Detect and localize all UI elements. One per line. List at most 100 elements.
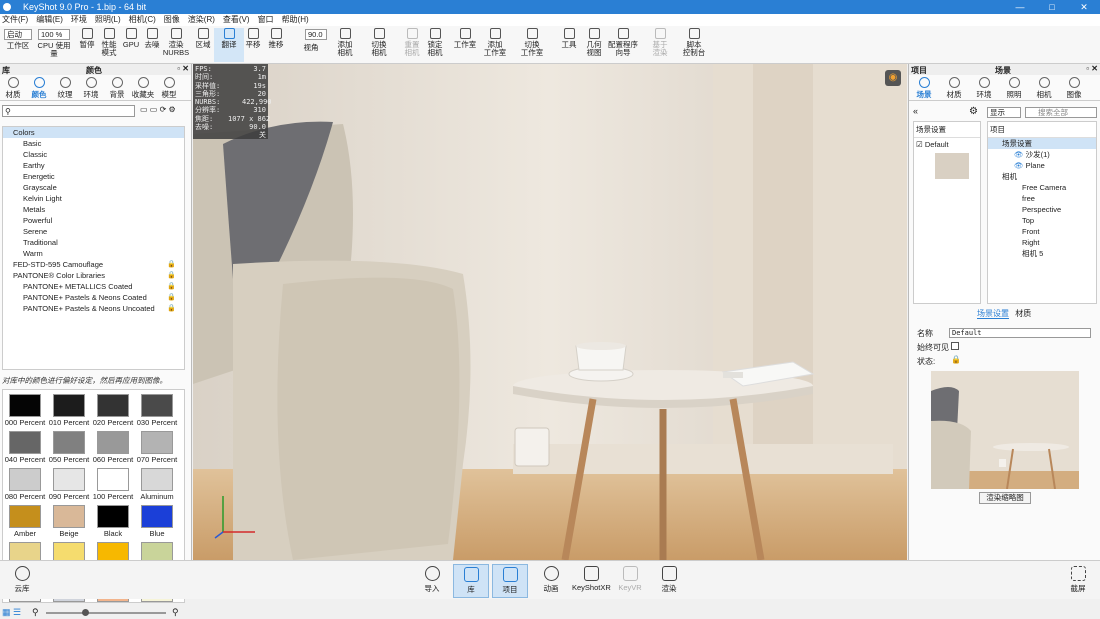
tree-item-pantone-libraries[interactable]: PANTONE® Color Libraries 🔒 [3,270,184,281]
library-button[interactable]: 库 [453,564,489,598]
render-thumbnail-button[interactable]: 渲染缩略图 [979,492,1031,504]
minimize-button[interactable]: — [1004,0,1036,14]
tree-item-plane[interactable]: 👁 Plane [988,160,1096,171]
geometry-view-button[interactable]: 几何 视图 [579,28,609,57]
zoom-in-icon[interactable]: ⚲ [172,607,179,618]
switch-camera-button[interactable]: 切换 相机 [364,28,394,57]
panel-close-icon[interactable]: ▫ ✕ [1086,64,1098,73]
tree-item-metals[interactable]: Metals [3,204,184,215]
workspace-select[interactable]: 启动 [4,29,32,40]
color-swatch[interactable]: 100 Percent [91,464,135,501]
tree-item-pantone-pastels-coated[interactable]: PANTONE+ Pastels & Neons Coated 🔒 [3,292,184,303]
color-swatch[interactable]: 000 Percent [3,390,47,427]
gear-icon[interactable]: ⚙ [969,106,978,117]
menu-file[interactable]: 文件(F) [2,14,28,26]
tree-item-basic[interactable]: Basic [3,138,184,149]
library-search-input[interactable]: ⚲ [2,105,135,117]
tab-image[interactable]: 图像 [1059,75,1089,100]
tab-materials[interactable]: 材质 [0,75,26,100]
panel-close-icon[interactable]: ▫ ✕ [177,64,189,73]
tree-item-pantone-pastels-uncoated[interactable]: PANTONE+ Pastels & Neons Uncoated 🔒 [3,303,184,314]
keyshot-logo-icon[interactable]: ◉ [885,70,901,86]
menu-help[interactable]: 帮助(H) [282,14,309,26]
tree-item-scene-settings[interactable]: 场景设置 [988,138,1096,149]
name-field[interactable]: Default [949,328,1091,338]
switch-studio-button[interactable]: 切换 工作室 [517,28,547,57]
tree-item-fed-std[interactable]: FED-STD-595 Camouflage 🔒 [3,259,184,270]
tree-item-grayscale[interactable]: Grayscale [3,182,184,193]
cpu-usage-button[interactable]: CPU 使用量 [36,42,72,58]
tree-item-front[interactable]: Front [988,226,1096,237]
tree-item-serene[interactable]: Serene [3,226,184,237]
render-viewport[interactable]: FPS: 时间: 采样值: 三角形: NURBS: 分辨率: 焦距: 去噪: 3… [193,64,907,560]
tree-item-right[interactable]: Right [988,237,1096,248]
color-swatch[interactable]: 020 Percent [91,390,135,427]
tree-item-warm[interactable]: Warm [3,248,184,259]
tree-item-colors[interactable]: Colors [3,127,184,138]
script-console-button[interactable]: 脚本 控制台 [678,28,710,57]
color-swatch[interactable]: 030 Percent [135,390,179,427]
tree-item-traditional[interactable]: Traditional [3,237,184,248]
menu-environment[interactable]: 环境 [71,14,87,26]
color-swatch[interactable]: 060 Percent [91,427,135,464]
tree-item-free-camera[interactable]: Free Camera [988,182,1096,193]
slider-handle[interactable] [82,609,89,616]
color-swatch[interactable]: 070 Percent [135,427,179,464]
subtab-material[interactable]: 材质 [1015,309,1031,318]
cloud-library-button[interactable]: 云库 [4,564,40,598]
tree-item-cameras[interactable]: 相机 [988,171,1096,182]
tree-item-perspective[interactable]: Perspective [988,204,1096,215]
color-swatch[interactable]: 050 Percent [47,427,91,464]
tab-environment[interactable]: 环境 [969,75,999,100]
screenshot-button[interactable]: 截屏 [1060,564,1096,598]
menu-image[interactable]: 图像 [164,14,180,26]
dolly-button[interactable]: 推移 [261,28,291,49]
menu-lighting[interactable]: 照明(L) [95,14,121,26]
project-button[interactable]: 项目 [492,564,528,598]
based-render-button[interactable]: 基于 渲染 [645,28,675,57]
always-visible-checkbox[interactable] [951,342,959,350]
keyshotxr-button[interactable]: KeyShotXR [572,564,611,598]
configurator-wizard-button[interactable]: 配置程序 向导 [606,28,640,57]
eye-icon[interactable]: 👁 [1014,161,1024,170]
subtab-scene-settings[interactable]: 场景设置 [977,309,1009,319]
tree-item-kelvin-light[interactable]: Kelvin Light [3,193,184,204]
menu-render[interactable]: 渲染(R) [188,14,215,26]
color-swatch[interactable]: 010 Percent [47,390,91,427]
eye-icon[interactable]: 👁 [1014,150,1024,159]
display-select[interactable]: 显示 [987,107,1021,118]
tree-item-camera-5[interactable]: 相机 5 [988,248,1096,259]
tree-item-pantone-metallics[interactable]: PANTONE+ METALLICS Coated 🔒 [3,281,184,292]
render-button[interactable]: 渲染 [651,564,687,598]
studio-button[interactable]: 工作室 [450,28,480,49]
menu-window[interactable]: 窗口 [258,14,274,26]
menu-view[interactable]: 查看(V) [223,14,250,26]
thumbnail-size-slider[interactable] [46,612,166,614]
menu-edit[interactable]: 编辑(E) [36,14,63,26]
tab-colors[interactable]: 颜色 [26,75,52,100]
zoom-out-icon[interactable]: ⚲ [32,607,39,618]
import-button[interactable]: 导入 [414,564,450,598]
checkbox-icon[interactable]: ☑ [916,140,923,149]
grid-view-icon[interactable]: ▦ ☰ [2,607,21,618]
tree-item-classic[interactable]: Classic [3,149,184,160]
project-search-input[interactable]: 搜索全部 [1025,107,1097,118]
zoom-select[interactable]: 100 % [38,29,70,40]
color-swatch[interactable]: Amber [3,501,47,538]
lock-camera-button[interactable]: 锁定 相机 [420,28,450,57]
perspective-button[interactable]: 视角 [296,44,326,52]
color-swatch[interactable]: Beige [47,501,91,538]
color-swatch[interactable]: 090 Percent [47,464,91,501]
tree-item-powerful[interactable]: Powerful [3,215,184,226]
collapse-icon[interactable]: « [913,106,918,116]
fov-field[interactable]: 90.0 [305,29,327,40]
close-button[interactable]: ✕ [1068,0,1100,14]
tab-lighting[interactable]: 照明 [999,75,1029,100]
color-swatch[interactable]: Aluminum [135,464,179,501]
tree-item-earthy[interactable]: Earthy [3,160,184,171]
tab-environments[interactable]: 环境 [78,75,104,100]
add-camera-button[interactable]: 添加 相机 [330,28,360,57]
tree-item-energetic[interactable]: Energetic [3,171,184,182]
tab-backplates[interactable]: 背景 [104,75,130,100]
color-swatch[interactable]: Blue [135,501,179,538]
